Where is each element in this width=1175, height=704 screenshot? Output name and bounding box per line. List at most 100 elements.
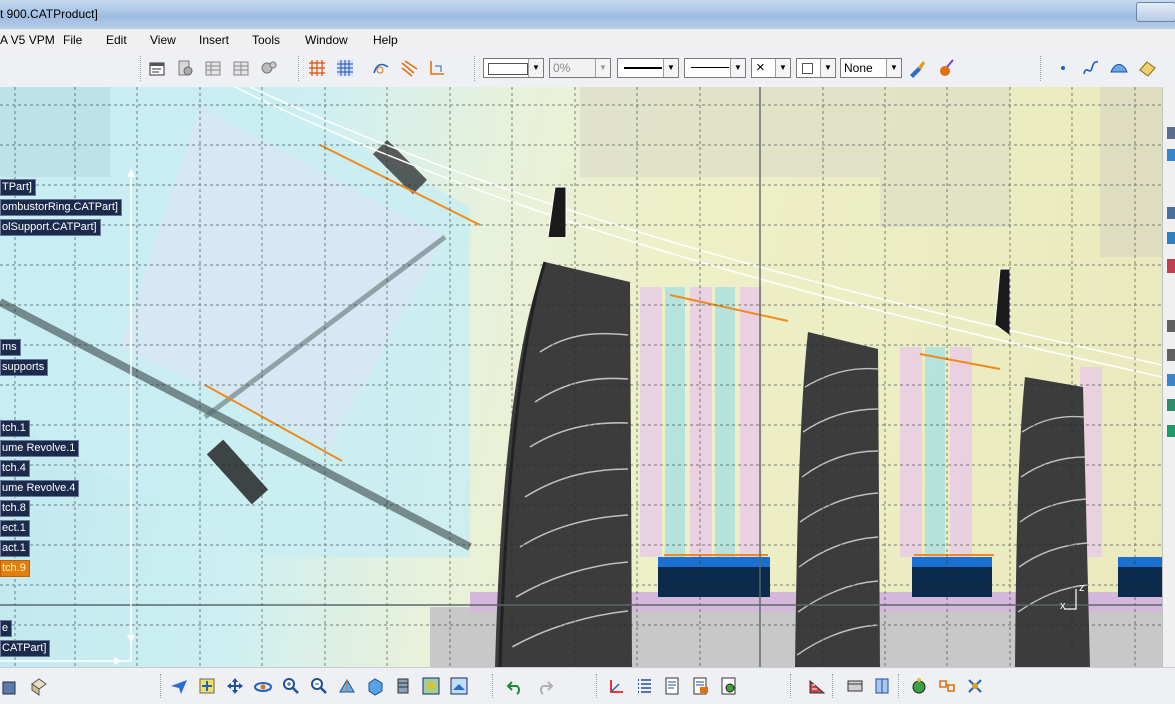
compass-icon[interactable]: [964, 675, 986, 697]
list-icon[interactable]: [634, 675, 656, 697]
tool-icon[interactable]: [1167, 320, 1175, 332]
tree-item[interactable]: supports: [0, 359, 49, 376]
menu-file[interactable]: File: [63, 33, 82, 47]
blade-2[interactable]: [795, 332, 880, 667]
tool-icon[interactable]: [1167, 399, 1175, 411]
blade-1[interactable]: [495, 261, 632, 667]
tool-icon[interactable]: [1167, 207, 1175, 219]
tool-icon[interactable]: [1167, 349, 1175, 361]
catalog-icon[interactable]: [174, 57, 196, 79]
normal-view-icon[interactable]: [336, 675, 358, 697]
tree-item[interactable]: ume Revolve.1: [0, 440, 80, 457]
chevron-down-icon: ▼: [663, 59, 678, 77]
blade-3[interactable]: [1015, 377, 1090, 667]
zoom-out-icon[interactable]: [308, 675, 330, 697]
shading-icon[interactable]: [448, 675, 470, 697]
tree-item[interactable]: olSupport.CATPart]: [0, 219, 101, 236]
table-icon[interactable]: [202, 57, 224, 79]
iso-view-icon[interactable]: [364, 675, 386, 697]
hide-show-icon[interactable]: [392, 675, 414, 697]
tool-icon[interactable]: [1167, 232, 1175, 244]
catalog-2-icon[interactable]: [844, 675, 866, 697]
snap-grid-icon[interactable]: [334, 57, 356, 79]
tree-item[interactable]: e: [0, 620, 13, 637]
tree-item[interactable]: ombustorRing.CATPart]: [0, 199, 122, 216]
swap-space-icon[interactable]: [420, 675, 442, 697]
toolbar-handle[interactable]: [790, 674, 793, 698]
tool-icon[interactable]: [1167, 149, 1175, 161]
menu-view[interactable]: View: [150, 33, 176, 47]
minimize-button[interactable]: [1136, 2, 1175, 22]
axis-triad[interactable]: z x: [1058, 582, 1088, 614]
tree-item[interactable]: tch.8: [0, 500, 30, 517]
tree-item[interactable]: tch.1: [0, 420, 30, 437]
painter-icon[interactable]: [906, 57, 928, 79]
linetype-dropdown[interactable]: ▼: [617, 58, 679, 78]
tree-item[interactable]: TPart]: [0, 179, 36, 196]
toolbar-handle[interactable]: [492, 674, 495, 698]
toolbar-separator: [1040, 56, 1043, 81]
slot-2[interactable]: [912, 557, 992, 597]
axis-icon[interactable]: [426, 57, 448, 79]
constraint-icon[interactable]: [398, 57, 420, 79]
toolbar-handle[interactable]: [140, 56, 143, 81]
toolbar-handle[interactable]: [898, 674, 901, 698]
hide-icon[interactable]: [1136, 57, 1158, 79]
pan-icon[interactable]: [224, 675, 246, 697]
point-icon[interactable]: [1052, 57, 1074, 79]
assembly-icon[interactable]: [0, 675, 22, 697]
sheet-icon[interactable]: [230, 57, 252, 79]
graphic-properties-toolbar: ▼ 0% ▼ ▼ ▼ × ▼ ▼ None ▼: [0, 51, 1175, 88]
toolbar-handle[interactable]: [160, 674, 163, 698]
transparency-dropdown[interactable]: 0% ▼: [549, 58, 611, 78]
properties-icon[interactable]: [146, 57, 168, 79]
slot-1[interactable]: [658, 557, 770, 597]
tree-item[interactable]: tch.4: [0, 460, 30, 477]
gears-icon[interactable]: [258, 57, 280, 79]
lineweight-dropdown[interactable]: ▼: [684, 58, 746, 78]
slot-3[interactable]: [1118, 557, 1162, 597]
section-icon[interactable]: [872, 675, 894, 697]
axis-system-icon[interactable]: [606, 675, 628, 697]
toolbar-handle[interactable]: [596, 674, 599, 698]
analysis-icon[interactable]: [718, 675, 740, 697]
report-icon[interactable]: [662, 675, 684, 697]
tree-item-selected[interactable]: tch.9: [0, 560, 30, 577]
sketch-analysis-icon[interactable]: [370, 57, 392, 79]
zoom-in-icon[interactable]: [280, 675, 302, 697]
menu-edit[interactable]: Edit: [106, 33, 127, 47]
style-dropdown[interactable]: None ▼: [840, 58, 902, 78]
rotate-icon[interactable]: [252, 675, 274, 697]
tree-item[interactable]: ect.1: [0, 520, 30, 537]
redo-icon[interactable]: [533, 675, 555, 697]
surface-icon[interactable]: [1108, 57, 1130, 79]
grid-icon[interactable]: [306, 57, 328, 79]
tool-icon[interactable]: [1167, 374, 1175, 386]
constraints-icon[interactable]: [936, 675, 958, 697]
product-icon[interactable]: [28, 675, 50, 697]
layer-dropdown[interactable]: ▼: [796, 58, 836, 78]
3d-viewport[interactable]: TPart] ombustorRing.CATPart] olSupport.C…: [0, 87, 1162, 667]
color-dropdown[interactable]: ▼: [483, 58, 544, 78]
menu-insert[interactable]: Insert: [199, 33, 229, 47]
toolbar-handle[interactable]: [832, 674, 835, 698]
tool-icon[interactable]: [1167, 127, 1175, 139]
tree-item[interactable]: CATPart]: [0, 640, 51, 657]
fit-all-icon[interactable]: [196, 675, 218, 697]
point-symbol-dropdown[interactable]: × ▼: [751, 58, 791, 78]
report-2-icon[interactable]: [690, 675, 712, 697]
menu-window[interactable]: Window: [305, 33, 348, 47]
tool-icon[interactable]: [1167, 425, 1175, 437]
fly-mode-icon[interactable]: [168, 675, 190, 697]
tree-item[interactable]: ume Revolve.4: [0, 480, 80, 497]
apply-material-2-icon[interactable]: [908, 675, 930, 697]
apply-material-icon[interactable]: [936, 57, 958, 79]
tool-icon[interactable]: [1167, 259, 1175, 273]
menu-tools[interactable]: Tools: [252, 33, 280, 47]
tree-item[interactable]: act.1: [0, 540, 30, 557]
undo-icon[interactable]: [505, 675, 527, 697]
measure-icon[interactable]: [806, 675, 828, 697]
tree-item[interactable]: ms: [0, 339, 21, 356]
menu-help[interactable]: Help: [373, 33, 398, 47]
curve-icon[interactable]: [1080, 57, 1102, 79]
